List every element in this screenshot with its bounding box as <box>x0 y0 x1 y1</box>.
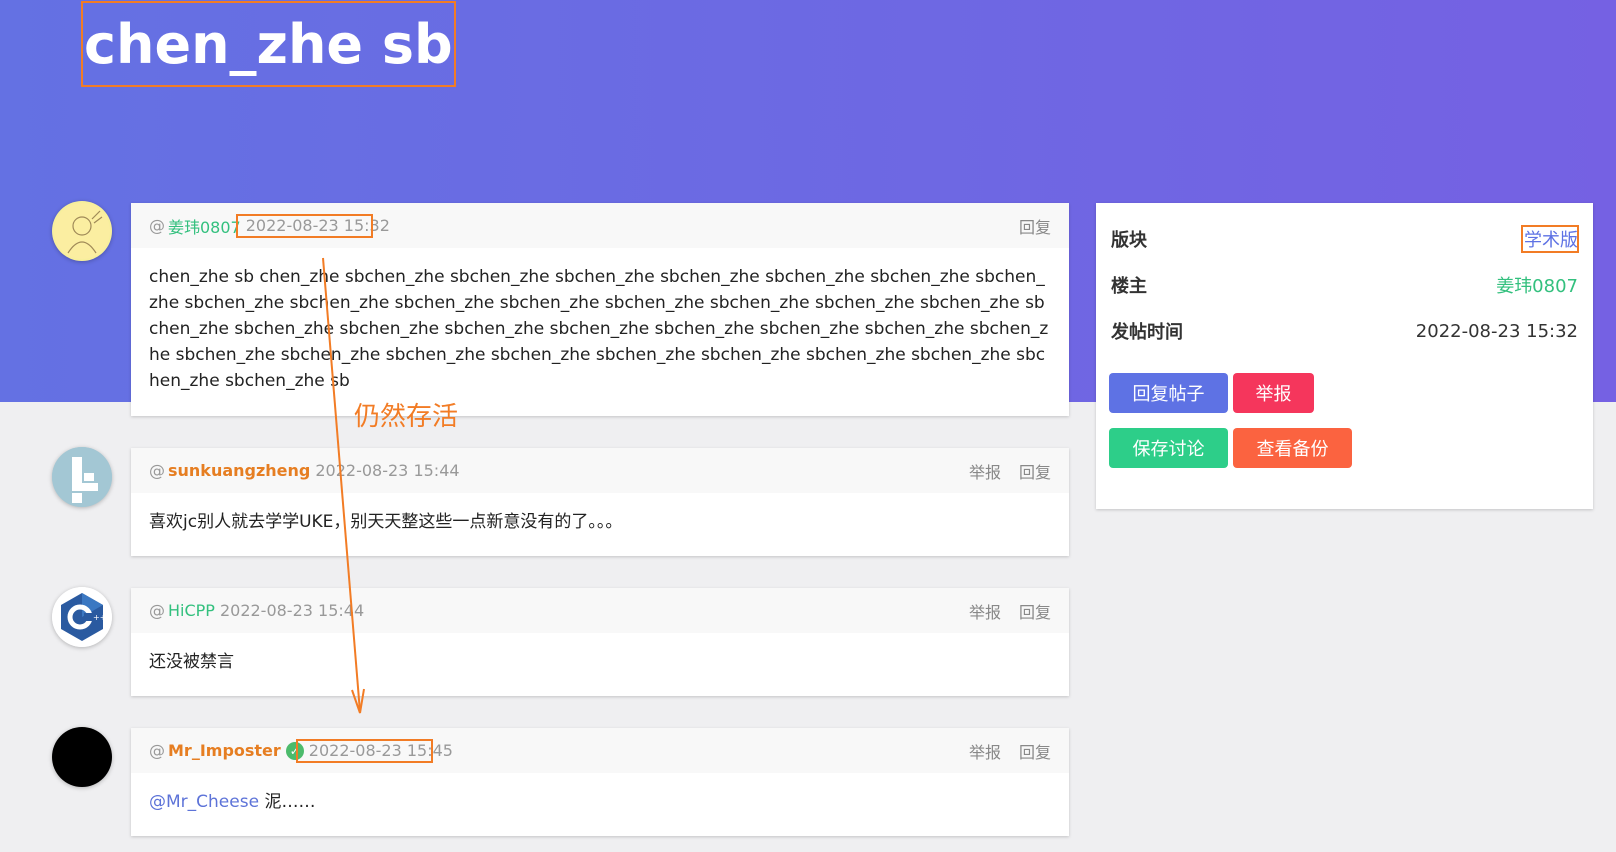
cpp-logo-icon: ++ <box>52 587 112 647</box>
annotation-text: 仍然存活 <box>354 402 459 432</box>
post-content: 还没被禁言 <box>149 652 234 672</box>
reply-link[interactable]: 回复 <box>1019 459 1051 483</box>
post-actions: 举报 回复 <box>969 459 1051 483</box>
post-card: @ 姜玮0807 2022-08-23 15:32 回复 chen_zhe sb… <box>131 203 1069 416</box>
owner-link[interactable]: 姜玮0807 <box>1496 272 1578 298</box>
at-symbol: @ <box>149 741 165 760</box>
mention-link[interactable]: @Mr_Cheese <box>149 792 259 812</box>
post-content: chen_zhe sb chen_zhe sbchen_zhe sbchen_z… <box>149 267 1049 391</box>
post-actions: 回复 <box>1019 214 1051 238</box>
post-time: 2022-08-23 15:32 <box>245 216 390 235</box>
post-header: @ Mr_Imposter ✓ 2022-08-23 15:45 举报 回复 <box>131 728 1069 773</box>
at-symbol: @ <box>149 461 165 480</box>
post-card: @ HiCPP 2022-08-23 15:44 举报 回复 还没被禁言 <box>131 588 1069 696</box>
avatar[interactable] <box>52 201 112 261</box>
post-time: 2022-08-23 15:45 <box>308 741 453 760</box>
post-card: @ sunkuangzheng 2022-08-23 15:44 举报 回复 喜… <box>131 448 1069 556</box>
post-time-label: 发帖时间 <box>1111 322 1183 343</box>
report-link[interactable]: 举报 <box>969 739 1001 763</box>
post-time-value: 2022-08-23 15:32 <box>1415 320 1578 342</box>
save-discussion-button[interactable]: 保存讨论 <box>1109 428 1228 468</box>
avatar[interactable] <box>52 447 112 507</box>
post-header: @ 姜玮0807 2022-08-23 15:32 回复 <box>131 203 1069 248</box>
reply-link[interactable]: 回复 <box>1019 739 1051 763</box>
page-title: chen_zhe sb <box>84 13 453 76</box>
report-link[interactable]: 举报 <box>969 599 1001 623</box>
forum-link[interactable]: 学术版 <box>1524 226 1578 252</box>
post-header: @ HiCPP 2022-08-23 15:44 举报 回复 <box>131 588 1069 633</box>
letter-avatar-icon <box>52 447 112 507</box>
post-content-text: 泥…… <box>259 792 316 812</box>
post-author-link[interactable]: sunkuangzheng <box>168 461 310 480</box>
view-backup-button[interactable]: 查看备份 <box>1233 428 1352 468</box>
post-card: @ Mr_Imposter ✓ 2022-08-23 15:45 举报 回复 @… <box>131 728 1069 836</box>
owner-row: 楼主 姜玮0807 <box>1111 270 1578 300</box>
post-time-row: 发帖时间 2022-08-23 15:32 <box>1111 316 1578 346</box>
reply-thread-button[interactable]: 回复帖子 <box>1109 373 1228 413</box>
at-symbol: @ <box>149 601 165 620</box>
post-header: @ sunkuangzheng 2022-08-23 15:44 举报 回复 <box>131 448 1069 493</box>
forum-label: 版块 <box>1111 230 1147 251</box>
owner-label: 楼主 <box>1111 276 1147 297</box>
thread-info-panel: 版块 学术版 楼主 姜玮0807 发帖时间 2022-08-23 15:32 回… <box>1096 203 1593 509</box>
verified-check-icon: ✓ <box>285 741 304 760</box>
post-time: 2022-08-23 15:44 <box>219 601 365 620</box>
report-button[interactable]: 举报 <box>1233 373 1314 413</box>
post-time: 2022-08-23 15:44 <box>315 461 460 480</box>
post-content: 喜欢jc别人就去学学UKE，别天天整这些一点新意没有的了。。。 <box>149 512 623 532</box>
reply-link[interactable]: 回复 <box>1019 214 1051 238</box>
post-author-link[interactable]: HiCPP <box>168 601 215 620</box>
at-symbol: @ <box>149 216 165 235</box>
forum-row: 版块 学术版 <box>1111 224 1578 254</box>
sketch-avatar-icon <box>54 203 110 259</box>
svg-text:++: ++ <box>93 613 106 622</box>
post-author-link[interactable]: Mr_Imposter <box>168 741 281 760</box>
avatar[interactable]: ++ <box>52 587 112 647</box>
avatar[interactable] <box>52 727 112 787</box>
reply-link[interactable]: 回复 <box>1019 599 1051 623</box>
post-content: @Mr_Cheese 泥…… <box>131 773 1069 833</box>
post-actions: 举报 回复 <box>969 739 1051 763</box>
post-actions: 举报 回复 <box>969 599 1051 623</box>
report-link[interactable]: 举报 <box>969 459 1001 483</box>
post-author-link[interactable]: 姜玮0807 <box>168 214 241 238</box>
